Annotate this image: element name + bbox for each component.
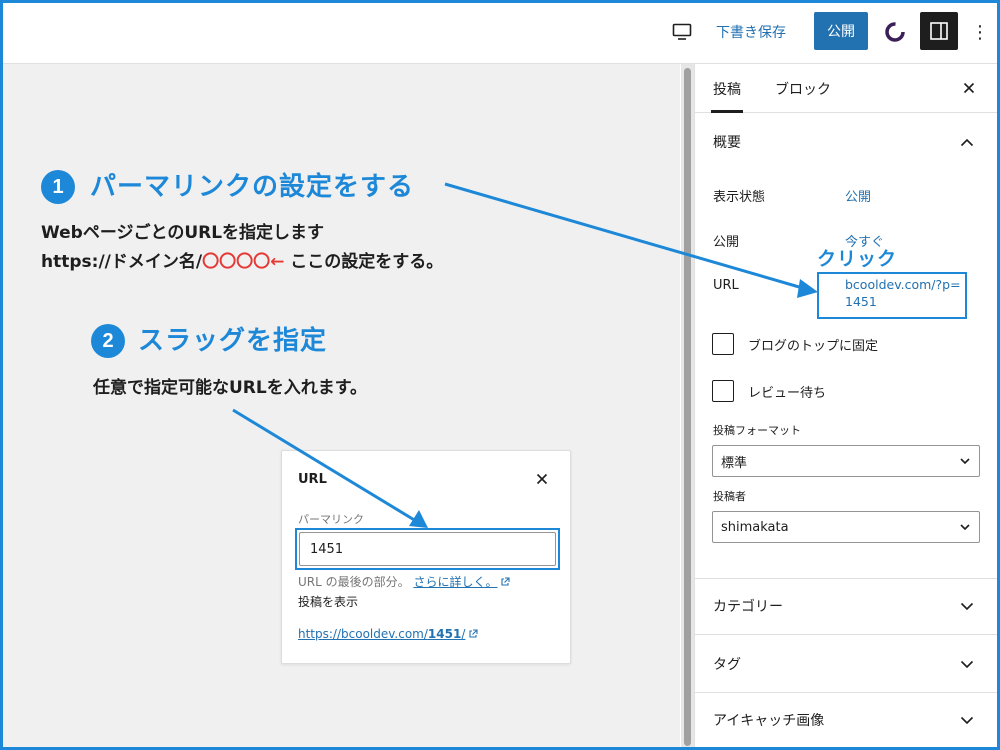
pending-review-checkbox-label: レビュー待ち: [748, 385, 827, 401]
slug-placeholder-text: 〇〇〇〇←: [202, 252, 285, 272]
author-label: 投稿者: [713, 490, 746, 503]
chevron-down-icon: [960, 458, 970, 465]
sidebar-settings-icon: [930, 22, 948, 40]
chevron-down-icon: [957, 654, 977, 674]
step1-url-description: https://ドメイン名/〇〇〇〇← ここの設定をする。: [41, 247, 443, 272]
url-popover: URL パーマリンク URL の最後の部分。 さらに詳しく。 投稿を表示 htt…: [281, 450, 571, 664]
step1-description: WebページごとのURLを指定します: [41, 223, 325, 243]
external-link-icon: [501, 577, 511, 586]
publish-button[interactable]: 公開: [814, 12, 868, 50]
chevron-up-icon: [957, 132, 977, 152]
click-annotation: クリック: [817, 248, 898, 270]
more-options-icon[interactable]: ⋮: [971, 0, 989, 64]
chevron-down-icon: [960, 524, 970, 531]
post-format-label: 投稿フォーマット: [713, 424, 801, 437]
tab-post[interactable]: 投稿: [711, 64, 743, 113]
url-prefix-text: https://ドメイン名/: [41, 252, 203, 272]
permalink-input[interactable]: [299, 532, 556, 566]
divider: [695, 578, 1000, 579]
tags-title: タグ: [713, 657, 741, 673]
scrollbar-thumb[interactable]: [684, 68, 691, 746]
featured-image-title: アイキャッチ画像: [713, 713, 825, 729]
save-draft-button[interactable]: 下書き保存: [716, 0, 786, 64]
tab-block[interactable]: ブロック: [775, 64, 831, 113]
desktop-preview-icon[interactable]: [670, 0, 694, 64]
chevron-down-icon: [957, 710, 977, 730]
jetpack-icon[interactable]: [882, 0, 908, 64]
sticky-checkbox-row[interactable]: ブログのトップに固定: [712, 333, 878, 355]
permalink-help: URL の最後の部分。 さらに詳しく。: [298, 573, 511, 590]
step1-badge: 1: [41, 170, 75, 204]
step1-title: パーマリンクの設定をする: [90, 172, 415, 202]
url-value-link[interactable]: bcooldev.com/?p=1451: [845, 276, 963, 310]
sticky-checkbox-label: ブログのトップに固定: [748, 338, 879, 354]
featured-image-panel-toggle[interactable]: アイキャッチ画像: [695, 700, 1000, 740]
step2-description: 任意で指定可能なURLを入れます。: [93, 378, 368, 398]
visibility-label: 表示状態: [713, 190, 766, 205]
sticky-checkbox[interactable]: [712, 333, 734, 355]
editor-toolbar: 下書き保存 公開 ⋮: [0, 0, 1000, 64]
visibility-value[interactable]: 公開: [845, 186, 871, 205]
pending-review-checkbox[interactable]: [712, 380, 734, 402]
pending-review-checkbox-row[interactable]: レビュー待ち: [712, 380, 826, 402]
post-format-value: 標準: [721, 455, 748, 471]
view-post-label: 投稿を表示: [298, 595, 359, 609]
settings-sidebar: 投稿 ブロック 概要 表示状態 公開 公開 今すぐ クリック URL bcool…: [694, 64, 1000, 750]
divider: [695, 692, 1000, 693]
categories-title: カテゴリー: [713, 599, 783, 615]
close-icon[interactable]: [534, 471, 550, 487]
post-format-select[interactable]: 標準: [712, 445, 980, 477]
categories-panel-toggle[interactable]: カテゴリー: [695, 586, 1000, 626]
author-value: shimakata: [721, 519, 789, 535]
step2-title: スラッグを指定: [138, 326, 328, 356]
author-select[interactable]: shimakata: [712, 511, 980, 543]
chevron-down-icon: [957, 596, 977, 616]
close-icon[interactable]: [957, 76, 981, 100]
divider: [695, 634, 1000, 635]
tags-panel-toggle[interactable]: タグ: [695, 644, 1000, 684]
permalink-link[interactable]: https://bcooldev.com/1451/: [298, 627, 478, 641]
summary-panel-toggle[interactable]: 概要: [695, 122, 1000, 162]
learn-more-link[interactable]: さらに詳しく。: [413, 575, 497, 589]
popover-title: URL: [298, 472, 327, 487]
url-label: URL: [713, 278, 739, 293]
sidebar-tabs: 投稿 ブロック: [695, 64, 1000, 113]
publish-date-label: 公開: [713, 235, 740, 250]
summary-title: 概要: [713, 135, 741, 151]
canvas-scrollbar[interactable]: [681, 64, 694, 750]
step2-badge: 2: [91, 324, 125, 358]
url-suffix-text: ここの設定をする。: [284, 252, 444, 272]
sidebar-settings-button[interactable]: [920, 12, 958, 50]
help-text: URL の最後の部分。: [298, 575, 410, 589]
permalink-label: パーマリンク: [298, 513, 364, 526]
external-link-icon: [469, 629, 478, 638]
